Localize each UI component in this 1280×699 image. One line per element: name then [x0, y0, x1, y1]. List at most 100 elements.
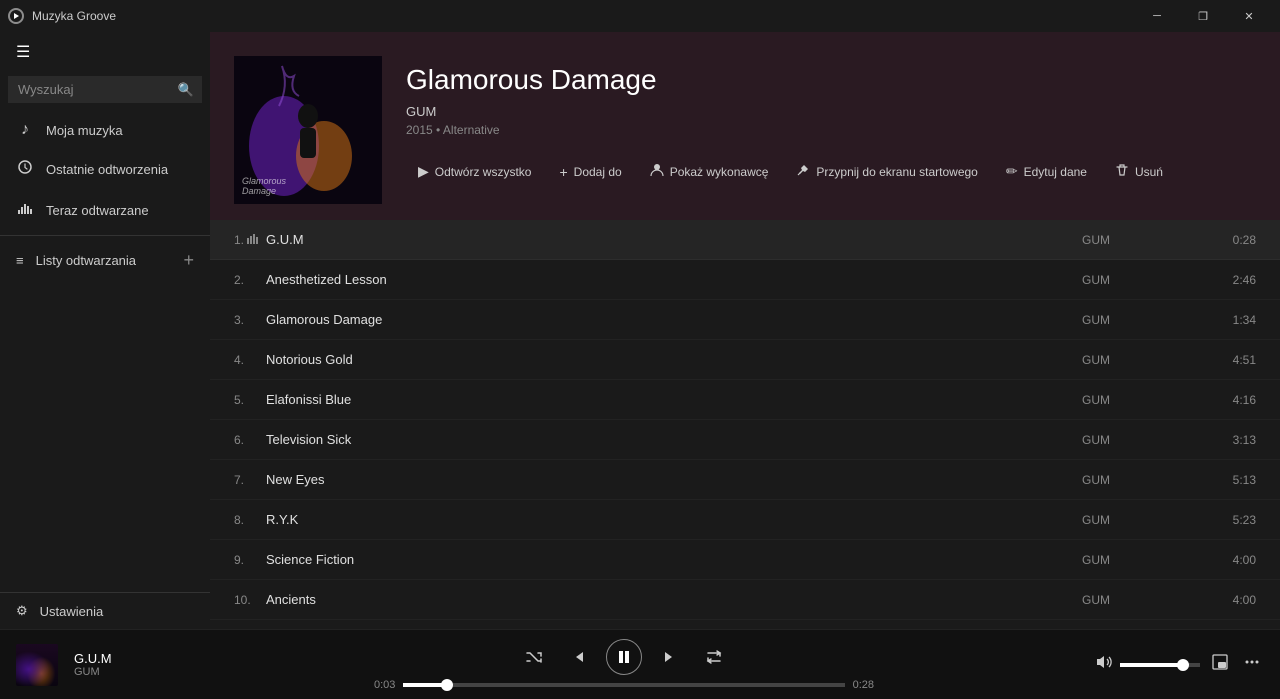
add-playlist-icon[interactable]: +	[183, 250, 194, 271]
sidebar-item-now-playing[interactable]: Teraz odtwarzane	[0, 190, 210, 231]
album-header: GlamorousDamage Glamorous Damage GUM 201…	[210, 32, 1280, 220]
track-number: 5.	[234, 393, 266, 407]
sidebar-item-playlists[interactable]: ≡ Listy odtwarzania +	[0, 240, 210, 281]
repeat-button[interactable]	[698, 641, 730, 673]
progress-container: 0:03 0:28	[374, 679, 874, 691]
next-button[interactable]	[654, 641, 686, 673]
track-artist: GUM	[996, 473, 1196, 487]
show-artist-label: Pokaż wykonawcę	[670, 165, 769, 179]
track-title: Notorious Gold	[266, 352, 996, 367]
track-title: Ancients	[266, 592, 996, 607]
track-duration: 4:00	[1196, 593, 1256, 607]
track-artist: GUM	[996, 593, 1196, 607]
now-playing-right	[1094, 650, 1264, 679]
progress-fill	[403, 683, 447, 687]
track-number: 6.	[234, 433, 266, 447]
track-row[interactable]: 2. Anesthetized Lesson GUM 2:46	[210, 260, 1280, 300]
now-playing-info: G.U.M GUM	[74, 651, 154, 678]
search-input[interactable]	[8, 76, 202, 103]
album-info: Glamorous Damage GUM 2015 • Alternative …	[406, 56, 1256, 186]
trash-icon	[1115, 163, 1129, 180]
track-row[interactable]: 10. Ancients GUM 4:00	[210, 580, 1280, 620]
restore-button[interactable]: ❐	[1180, 0, 1226, 32]
next-icon	[661, 648, 679, 666]
track-row[interactable]: 6. Television Sick GUM 3:13	[210, 420, 1280, 460]
track-title: G.U.M	[266, 232, 996, 247]
track-duration: 3:13	[1196, 433, 1256, 447]
pause-icon	[615, 648, 633, 666]
content-area: GlamorousDamage Glamorous Damage GUM 201…	[210, 32, 1280, 629]
track-duration: 2:46	[1196, 273, 1256, 287]
play-pause-button[interactable]	[606, 639, 642, 675]
now-playing-bar: G.U.M GUM	[0, 629, 1280, 699]
playlists-icon: ≡	[16, 253, 24, 268]
track-number: 4.	[234, 353, 266, 367]
play-all-button[interactable]: ▶ Odtwórz wszystko	[406, 157, 543, 186]
app-title: Muzyka Groove	[32, 9, 116, 23]
hamburger-button[interactable]: ☰	[0, 32, 210, 72]
track-row[interactable]: 9. Science Fiction GUM 4:00	[210, 540, 1280, 580]
track-title: Elafonissi Blue	[266, 392, 996, 407]
track-artist: GUM	[996, 313, 1196, 327]
volume-bar[interactable]	[1120, 663, 1200, 667]
track-title: R.Y.K	[266, 512, 996, 527]
search-icon[interactable]: 🔍	[178, 82, 194, 98]
track-row[interactable]: 5. Elafonissi Blue GUM 4:16	[210, 380, 1280, 420]
edit-button[interactable]: ✏ Edytuj dane	[994, 157, 1099, 186]
miniplayer-icon	[1212, 654, 1228, 670]
album-title: Glamorous Damage	[406, 64, 1256, 96]
add-to-button[interactable]: + Dodaj do	[547, 158, 633, 186]
total-time: 0:28	[853, 679, 874, 691]
track-title: Science Fiction	[266, 552, 996, 567]
titlebar: Muzyka Groove ─ ❐ ✕	[0, 0, 1280, 32]
track-row[interactable]: 4. Notorious Gold GUM 4:51	[210, 340, 1280, 380]
shuffle-icon	[525, 648, 543, 666]
track-artist: GUM	[996, 353, 1196, 367]
track-duration: 5:13	[1196, 473, 1256, 487]
repeat-icon	[705, 648, 723, 666]
settings-label: Ustawienia	[40, 604, 104, 619]
now-playing-thumb-inner	[16, 644, 58, 686]
progress-bar[interactable]	[403, 683, 844, 687]
close-button[interactable]: ✕	[1226, 0, 1272, 32]
playlists-label: Listy odtwarzania	[36, 253, 136, 268]
add-icon: +	[559, 164, 567, 180]
play-all-label: Odtwórz wszystko	[435, 165, 532, 179]
now-playing-artist: GUM	[74, 666, 154, 678]
sidebar-item-my-music[interactable]: ♪ Moja muzyka	[0, 111, 210, 149]
sidebar-item-recent[interactable]: Ostatnie odtworzenia	[0, 149, 210, 190]
track-number: 7.	[234, 473, 266, 487]
show-artist-button[interactable]: Pokaż wykonawcę	[638, 157, 781, 186]
edit-label: Edytuj dane	[1024, 165, 1087, 179]
volume-fill	[1120, 663, 1184, 667]
more-button[interactable]	[1240, 650, 1264, 679]
track-title: Anesthetized Lesson	[266, 272, 996, 287]
shuffle-button[interactable]	[518, 641, 550, 673]
track-row[interactable]: 1. G.U.M GUM 0:28	[210, 220, 1280, 260]
minimize-button[interactable]: ─	[1134, 0, 1180, 32]
track-duration: 0:28	[1196, 233, 1256, 247]
track-number: 3.	[234, 313, 266, 327]
app-icon	[8, 8, 24, 24]
track-title: Television Sick	[266, 432, 996, 447]
track-duration: 1:34	[1196, 313, 1256, 327]
track-row[interactable]: 8. R.Y.K GUM 5:23	[210, 500, 1280, 540]
sidebar-nav: ♪ Moja muzyka Ostatnie odtworzenia	[0, 111, 210, 592]
track-row[interactable]: 3. Glamorous Damage GUM 1:34	[210, 300, 1280, 340]
track-duration: 4:51	[1196, 353, 1256, 367]
now-playing-track: G.U.M	[74, 651, 154, 666]
now-playing-icon	[16, 200, 34, 221]
sidebar-item-settings[interactable]: ⚙ Ustawienia	[0, 592, 210, 629]
delete-button[interactable]: Usuń	[1103, 157, 1175, 186]
history-icon	[16, 159, 34, 180]
pin-start-button[interactable]: Przypnij do ekranu startowego	[784, 157, 989, 186]
track-row[interactable]: 7. New Eyes GUM 5:13	[210, 460, 1280, 500]
album-actions: ▶ Odtwórz wszystko + Dodaj do	[406, 157, 1256, 186]
track-number: 1.	[234, 233, 266, 247]
settings-icon: ⚙	[16, 603, 28, 619]
track-row[interactable]: 11. Greens and Blues GUM 3:22	[210, 620, 1280, 629]
previous-button[interactable]	[562, 641, 594, 673]
volume-button[interactable]	[1094, 653, 1112, 676]
miniplayer-button[interactable]	[1208, 650, 1232, 679]
sidebar-item-my-music-label: Moja muzyka	[46, 123, 123, 138]
